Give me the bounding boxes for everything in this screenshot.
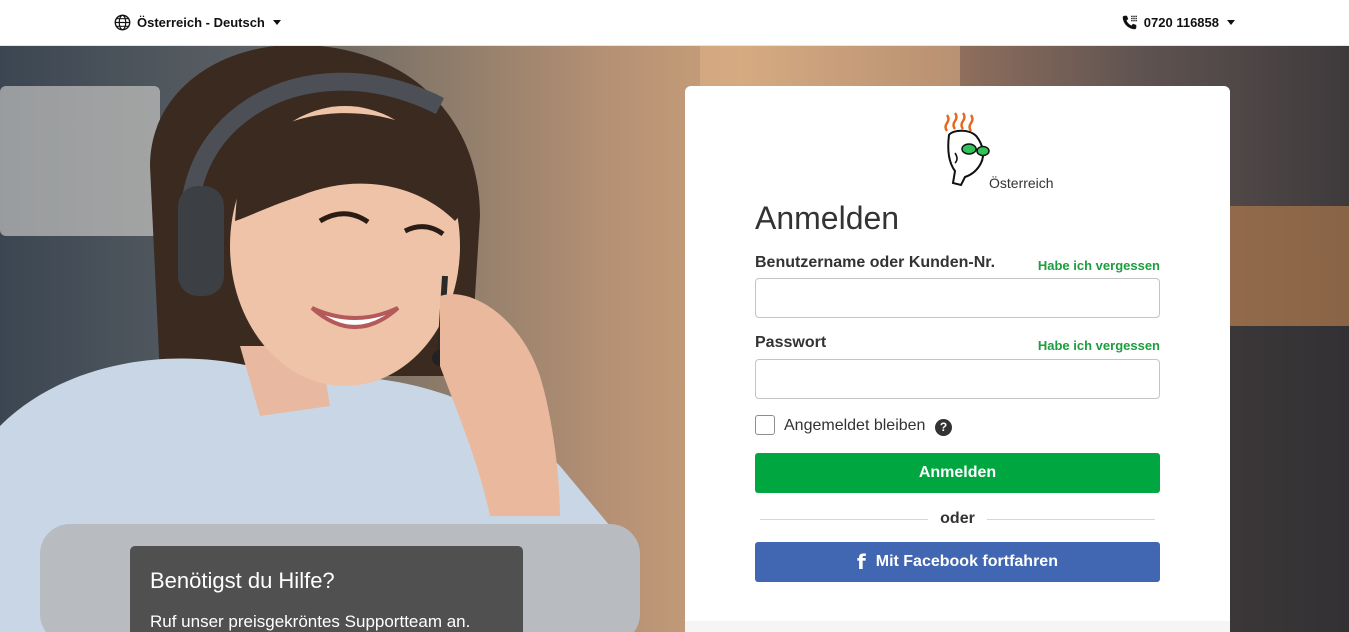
phone-icon: [1122, 15, 1137, 30]
chevron-down-icon: [1227, 20, 1235, 25]
username-input[interactable]: [755, 278, 1160, 318]
locale-label: Österreich - Deutsch: [137, 15, 265, 30]
question-icon[interactable]: ?: [935, 419, 952, 436]
page-title: Anmelden: [755, 200, 900, 236]
chevron-down-icon: [272, 20, 281, 25]
facebook-icon: f: [857, 550, 866, 574]
support-agent-photo: [0, 46, 640, 632]
phone-selector[interactable]: 0720 116858: [1121, 14, 1235, 31]
help-box: Benötigst du Hilfe? Ruf unser preisgekrö…: [130, 546, 523, 632]
forgot-username-link[interactable]: Habe ich vergessen: [1038, 258, 1160, 273]
username-label: Benutzername oder Kunden-Nr.: [755, 254, 996, 271]
forgot-password-link[interactable]: Habe ich vergessen: [1038, 338, 1160, 353]
or-divider: oder: [760, 510, 1155, 530]
facebook-button-label: Mit Facebook fortfahren: [875, 553, 1058, 570]
remember-me-checkbox[interactable]: [755, 415, 775, 435]
phone-number: 0720 116858: [1143, 15, 1219, 30]
help-text: Ruf unser preisgekröntes Supportteam an.: [150, 612, 471, 631]
facebook-login-button[interactable]: f Mit Facebook fortfahren: [755, 542, 1160, 582]
godaddy-guy-logo: [944, 112, 990, 187]
password-input[interactable]: [755, 359, 1160, 399]
sign-in-button[interactable]: Anmelden: [755, 453, 1160, 493]
globe-icon: [114, 14, 131, 31]
password-label: Passwort: [755, 334, 827, 351]
remember-me-label: Angemeldet bleiben: [784, 417, 926, 434]
locale-selector[interactable]: Österreich - Deutsch: [114, 14, 281, 31]
card-footer: [685, 621, 1230, 632]
login-card: Österreich Anmelden Benutzername oder Ku…: [685, 86, 1230, 632]
help-title: Benötigst du Hilfe?: [150, 568, 335, 593]
top-bar: Österreich - Deutsch 0720 116858: [0, 0, 1349, 46]
logo-country-label: Österreich: [989, 175, 1054, 191]
